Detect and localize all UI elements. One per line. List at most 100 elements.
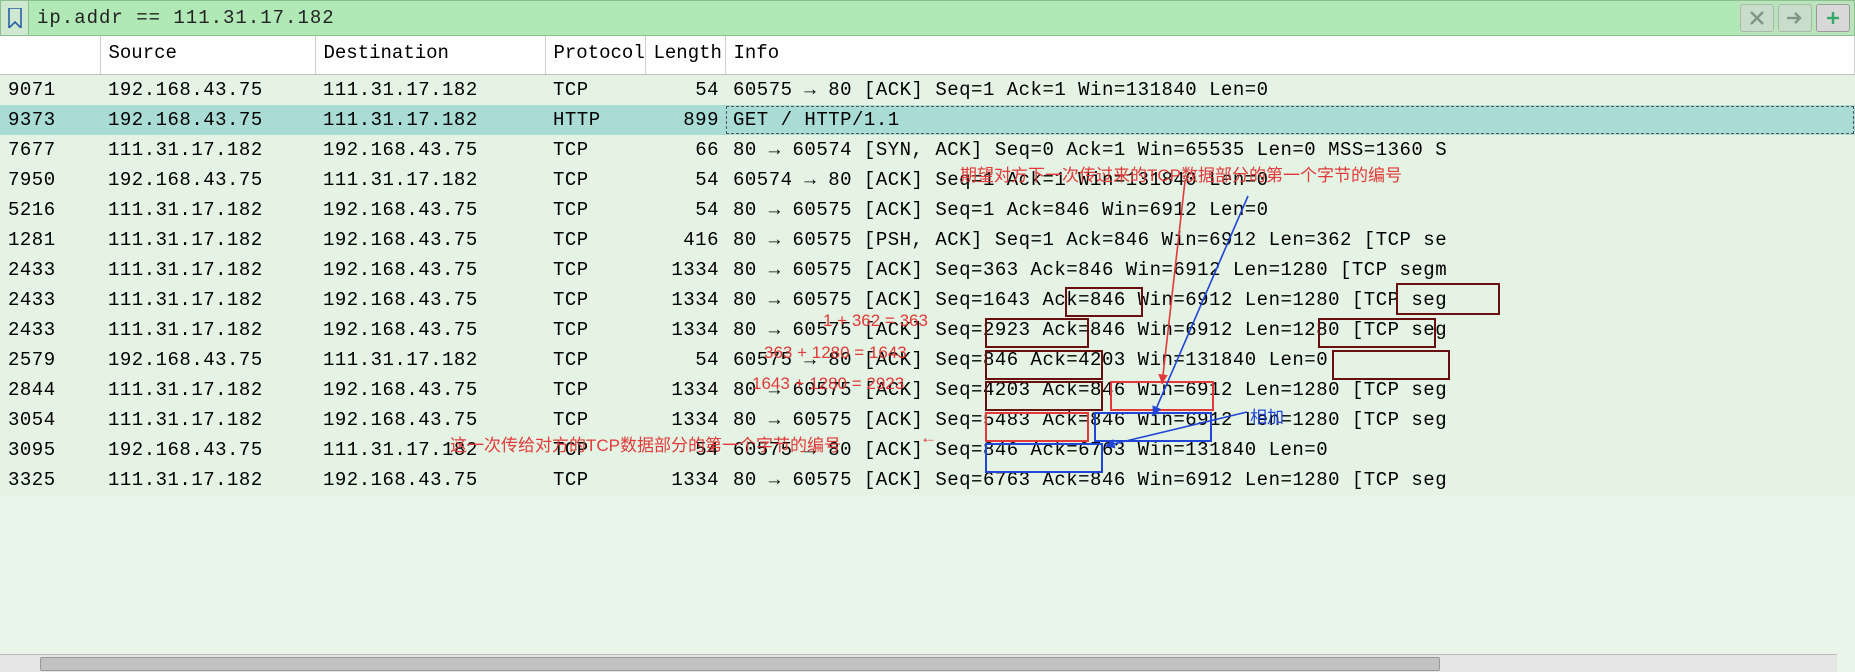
cell-length: 54 <box>645 165 725 195</box>
cell-destination: 111.31.17.182 <box>315 105 545 135</box>
cell-source: 111.31.17.182 <box>100 315 315 345</box>
cell-info: 60575 → 80 [ACK] Seq=846 Ack=4203 Win=13… <box>725 345 1855 375</box>
display-filter-input[interactable] <box>29 1 1738 35</box>
packet-row[interactable]: 3095192.168.43.75111.31.17.182TCP5460575… <box>0 435 1855 465</box>
cell-source: 192.168.43.75 <box>100 75 315 106</box>
cell-no: 9373 <box>0 105 100 135</box>
cell-source: 111.31.17.182 <box>100 375 315 405</box>
cell-info: 80 → 60575 [PSH, ACK] Seq=1 Ack=846 Win=… <box>725 225 1855 255</box>
column-header-info[interactable]: Info <box>725 36 1855 75</box>
cell-source: 111.31.17.182 <box>100 465 315 495</box>
filter-clear-button[interactable] <box>1740 4 1774 32</box>
cell-source: 192.168.43.75 <box>100 345 315 375</box>
packet-row[interactable]: 2433111.31.17.182192.168.43.75TCP133480 … <box>0 285 1855 315</box>
filter-apply-button[interactable] <box>1778 4 1812 32</box>
cell-no: 3325 <box>0 465 100 495</box>
cell-destination: 192.168.43.75 <box>315 375 545 405</box>
cell-destination: 192.168.43.75 <box>315 315 545 345</box>
column-header-no[interactable] <box>0 36 100 75</box>
cell-length: 899 <box>645 105 725 135</box>
cell-length: 54 <box>645 435 725 465</box>
packet-row[interactable]: 9373192.168.43.75111.31.17.182HTTP899GET… <box>0 105 1855 135</box>
cell-no: 2579 <box>0 345 100 375</box>
packet-table[interactable]: Source Destination Protocol Length Info … <box>0 36 1855 495</box>
cell-no: 1281 <box>0 225 100 255</box>
horizontal-scrollbar[interactable] <box>0 654 1837 672</box>
cell-no: 3054 <box>0 405 100 435</box>
cell-protocol: TCP <box>545 135 645 165</box>
cell-length: 1334 <box>645 315 725 345</box>
cell-length: 66 <box>645 135 725 165</box>
cell-destination: 192.168.43.75 <box>315 465 545 495</box>
cell-no: 9071 <box>0 75 100 106</box>
packet-row[interactable]: 7950192.168.43.75111.31.17.182TCP5460574… <box>0 165 1855 195</box>
column-header-source[interactable]: Source <box>100 36 315 75</box>
cell-info: 80 → 60575 [ACK] Seq=6763 Ack=846 Win=69… <box>725 465 1855 495</box>
cell-protocol: TCP <box>545 375 645 405</box>
packet-row[interactable]: 2433111.31.17.182192.168.43.75TCP133480 … <box>0 255 1855 285</box>
cell-protocol: TCP <box>545 405 645 435</box>
packet-row[interactable]: 1281111.31.17.182192.168.43.75TCP41680 →… <box>0 225 1855 255</box>
cell-destination: 192.168.43.75 <box>315 405 545 435</box>
cell-info: 80 → 60575 [ACK] Seq=4203 Ack=846 Win=69… <box>725 375 1855 405</box>
cell-no: 2433 <box>0 285 100 315</box>
cell-protocol: TCP <box>545 225 645 255</box>
packet-row[interactable]: 7677111.31.17.182192.168.43.75TCP6680 → … <box>0 135 1855 165</box>
cell-no: 2433 <box>0 315 100 345</box>
cell-source: 111.31.17.182 <box>100 255 315 285</box>
packet-row[interactable]: 9071192.168.43.75111.31.17.182TCP5460575… <box>0 75 1855 106</box>
cell-no: 3095 <box>0 435 100 465</box>
bookmark-icon <box>7 8 23 28</box>
cell-length: 54 <box>645 75 725 106</box>
packet-row[interactable]: 3325111.31.17.182192.168.43.75TCP133480 … <box>0 465 1855 495</box>
cell-destination: 192.168.43.75 <box>315 135 545 165</box>
cell-info: 80 → 60575 [ACK] Seq=2923 Ack=846 Win=69… <box>725 315 1855 345</box>
packet-row[interactable]: 5216111.31.17.182192.168.43.75TCP5480 → … <box>0 195 1855 225</box>
cell-source: 111.31.17.182 <box>100 135 315 165</box>
cell-protocol: TCP <box>545 255 645 285</box>
cell-length: 54 <box>645 345 725 375</box>
cell-protocol: TCP <box>545 465 645 495</box>
column-header-destination[interactable]: Destination <box>315 36 545 75</box>
display-filter-bar <box>0 0 1855 36</box>
cell-protocol: TCP <box>545 165 645 195</box>
cell-info: GET / HTTP/1.1 <box>725 105 1855 135</box>
cell-protocol: TCP <box>545 195 645 225</box>
close-icon <box>1749 10 1765 26</box>
cell-source: 111.31.17.182 <box>100 225 315 255</box>
cell-source: 111.31.17.182 <box>100 195 315 225</box>
cell-source: 111.31.17.182 <box>100 285 315 315</box>
cell-destination: 111.31.17.182 <box>315 345 545 375</box>
scrollbar-thumb[interactable] <box>40 657 1440 671</box>
cell-destination: 192.168.43.75 <box>315 285 545 315</box>
column-header-length[interactable]: Length <box>645 36 725 75</box>
filter-expression-button[interactable] <box>1816 4 1850 32</box>
packet-row[interactable]: 2433111.31.17.182192.168.43.75TCP133480 … <box>0 315 1855 345</box>
cell-info: 80 → 60575 [ACK] Seq=1 Ack=846 Win=6912 … <box>725 195 1855 225</box>
packet-row[interactable]: 2579192.168.43.75111.31.17.182TCP5460575… <box>0 345 1855 375</box>
cell-length: 1334 <box>645 405 725 435</box>
cell-length: 54 <box>645 195 725 225</box>
cell-info: 60575 → 80 [ACK] Seq=846 Ack=6763 Win=13… <box>725 435 1855 465</box>
cell-length: 1334 <box>645 285 725 315</box>
cell-info: 80 → 60575 [ACK] Seq=1643 Ack=846 Win=69… <box>725 285 1855 315</box>
cell-protocol: TCP <box>545 75 645 106</box>
cell-info: 80 → 60575 [ACK] Seq=5483 Ack=846 Win=69… <box>725 405 1855 435</box>
cell-length: 1334 <box>645 255 725 285</box>
cell-destination: 111.31.17.182 <box>315 165 545 195</box>
filter-bookmark-button[interactable] <box>1 1 29 35</box>
cell-length: 416 <box>645 225 725 255</box>
column-header-protocol[interactable]: Protocol <box>545 36 645 75</box>
cell-protocol: TCP <box>545 285 645 315</box>
cell-no: 7950 <box>0 165 100 195</box>
cell-no: 5216 <box>0 195 100 225</box>
packet-list-pane: Source Destination Protocol Length Info … <box>0 36 1855 654</box>
packet-row[interactable]: 2844111.31.17.182192.168.43.75TCP133480 … <box>0 375 1855 405</box>
cell-protocol: TCP <box>545 435 645 465</box>
packet-row[interactable]: 3054111.31.17.182192.168.43.75TCP133480 … <box>0 405 1855 435</box>
cell-length: 1334 <box>645 375 725 405</box>
cell-protocol: TCP <box>545 315 645 345</box>
cell-source: 111.31.17.182 <box>100 405 315 435</box>
cell-info: 60574 → 80 [ACK] Seq=1 Ack=1 Win=131840 … <box>725 165 1855 195</box>
cell-protocol: HTTP <box>545 105 645 135</box>
